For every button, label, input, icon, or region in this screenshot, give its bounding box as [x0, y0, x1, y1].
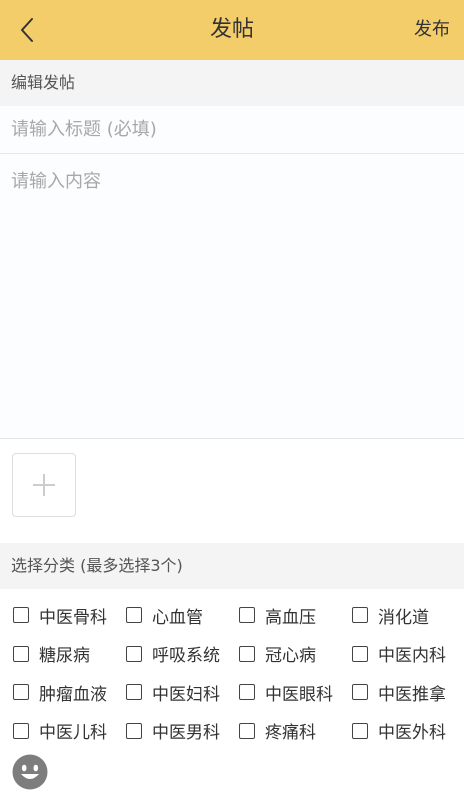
category-row: 肿瘤血液 中医妇科 中医眼科 中医推拿 [0, 673, 464, 712]
category-checkbox[interactable]: 高血压 [239, 596, 316, 634]
plus-icon [33, 474, 55, 496]
checkbox-box[interactable] [13, 645, 29, 662]
edit-section-label: 编辑发帖 [0, 60, 464, 106]
category-label: 消化道 [378, 607, 429, 628]
checkbox-box[interactable] [239, 645, 255, 662]
checkbox-box[interactable] [126, 684, 142, 700]
checkbox-box[interactable] [352, 684, 368, 700]
category-checkbox[interactable]: 中医外科 [352, 712, 446, 750]
category-checkbox[interactable]: 疼痛科 [239, 712, 316, 750]
checkbox-box[interactable] [13, 722, 29, 739]
checkbox-box[interactable] [239, 607, 255, 623]
category-checkbox[interactable]: 肿瘤血液 [13, 673, 107, 711]
category-label: 冠心病 [265, 646, 316, 666]
media-area [0, 440, 464, 543]
category-section-label: 选择分类 (最多选择3个) [0, 543, 464, 589]
add-image-button[interactable] [12, 453, 76, 517]
category-label: 糖尿病 [39, 646, 90, 666]
category-label: 中医外科 [378, 723, 446, 743]
checkbox-box[interactable] [352, 645, 368, 662]
header-bar: 发帖 发布 [0, 0, 464, 60]
publish-button[interactable]: 发布 [414, 0, 450, 60]
category-checkbox[interactable]: 呼吸系统 [126, 635, 220, 673]
checkbox-box[interactable] [239, 722, 255, 739]
category-checkbox[interactable]: 中医妇科 [126, 673, 220, 711]
category-checkbox[interactable]: 消化道 [352, 596, 429, 634]
category-label: 心血管 [152, 607, 203, 628]
category-checkbox[interactable]: 心血管 [126, 596, 203, 634]
category-row: 中医骨科 心血管 高血压 消化道 [0, 596, 464, 635]
smiley-face-icon [12, 754, 48, 790]
category-checkbox[interactable]: 中医男科 [126, 712, 220, 750]
category-row: 中医儿科 中医男科 疼痛科 中医外科 [0, 712, 464, 751]
category-checkbox[interactable]: 中医儿科 [13, 712, 107, 750]
category-checkbox[interactable]: 糖尿病 [13, 635, 90, 673]
category-label: 呼吸系统 [152, 646, 220, 666]
page-title: 发帖 [209, 17, 254, 42]
checkbox-box[interactable] [126, 645, 142, 662]
category-label: 中医眼科 [265, 684, 333, 705]
category-label: 中医内科 [378, 646, 446, 666]
category-checkbox[interactable]: 冠心病 [239, 635, 316, 673]
category-label: 中医骨科 [39, 607, 107, 628]
category-label: 中医儿科 [39, 723, 107, 743]
category-label: 中医推拿 [378, 684, 446, 705]
category-checkbox[interactable]: 中医眼科 [239, 673, 333, 711]
checkbox-box[interactable] [13, 684, 29, 700]
category-row: 糖尿病 呼吸系统 冠心病 中医内科 [0, 635, 464, 674]
post-editor-screen: 发帖 发布 编辑发帖 选择分类 (最多选择3个) 中医骨科 心血管 高 [0, 0, 464, 800]
category-checkbox[interactable]: 中医骨科 [13, 596, 107, 634]
category-label: 肿瘤血液 [39, 684, 107, 705]
checkbox-box[interactable] [239, 684, 255, 700]
category-label: 中医男科 [152, 723, 220, 743]
checkbox-box[interactable] [352, 722, 368, 739]
checkbox-box[interactable] [13, 607, 29, 623]
category-label: 高血压 [265, 607, 316, 628]
checkbox-box[interactable] [352, 607, 368, 623]
title-input[interactable] [0, 106, 464, 154]
category-label: 中医妇科 [152, 684, 220, 705]
checkbox-box[interactable] [126, 722, 142, 739]
checkbox-box[interactable] [126, 607, 142, 623]
category-grid: 中医骨科 心血管 高血压 消化道 糖尿病 呼吸系统 冠心病 中医内科 肿瘤血液 … [0, 596, 464, 750]
category-checkbox[interactable]: 中医推拿 [352, 673, 446, 711]
category-label: 疼痛科 [265, 723, 316, 743]
content-input[interactable] [0, 155, 464, 439]
category-checkbox[interactable]: 中医内科 [352, 635, 446, 673]
emoji-button[interactable] [11, 753, 49, 791]
